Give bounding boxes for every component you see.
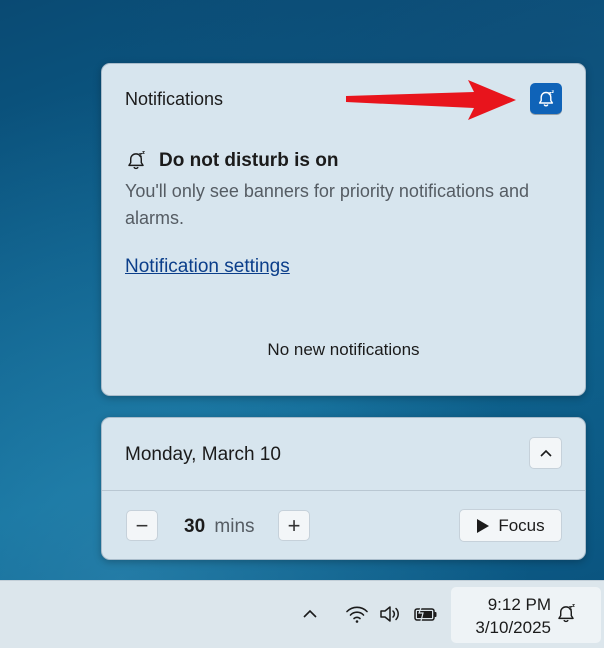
focus-increase-button[interactable]: + — [278, 510, 310, 541]
network-button[interactable] — [344, 601, 370, 627]
show-hidden-icons-button[interactable] — [297, 601, 323, 627]
focus-duration-value: 30 — [184, 516, 206, 537]
notification-settings-link[interactable]: Notification settings — [125, 256, 290, 278]
notifications-title: Notifications — [125, 89, 224, 109]
no-notifications-message: No new notifications — [267, 340, 420, 359]
svg-text:z: z — [142, 150, 145, 156]
do-not-disturb-icon: z z — [558, 603, 575, 623]
play-icon — [477, 518, 490, 533]
svg-text:z: z — [572, 603, 575, 609]
bell-snooze-icon: z z — [128, 150, 145, 170]
clock-notification-button[interactable]: 9:12 PM 3/10/2025 z z — [451, 587, 601, 643]
focus-decrease-button[interactable]: − — [126, 510, 158, 541]
volume-icon — [380, 606, 399, 622]
svg-text:z: z — [552, 89, 555, 94]
clock-date: 3/10/2025 — [475, 618, 551, 637]
divider — [102, 490, 585, 491]
wifi-icon — [346, 606, 368, 623]
dnd-description: You'll only see banners for priority not… — [125, 181, 530, 228]
taskbar: 9:12 PM 3/10/2025 z z — [0, 580, 604, 648]
chevron-up-icon — [303, 609, 317, 618]
focus-duration: 30 mins — [184, 516, 255, 538]
calendar-focus-panel: Monday, March 10 − 30 mins + Focus — [101, 417, 586, 560]
volume-button[interactable] — [378, 601, 404, 627]
bell-snooze-icon: z z — [538, 89, 555, 106]
calendar-collapse-button[interactable] — [529, 437, 562, 469]
dnd-status-row: z z Do not disturb is on — [125, 150, 338, 172]
chevron-up-icon — [539, 449, 552, 457]
start-focus-button[interactable]: Focus — [459, 509, 562, 542]
focus-duration-unit: mins — [214, 516, 255, 537]
red-arrow-annotation — [346, 80, 516, 120]
clock-time: 9:12 PM — [487, 595, 551, 614]
battery-button[interactable] — [413, 601, 439, 627]
calendar-date: Monday, March 10 — [125, 444, 281, 465]
battery-charging-icon — [414, 604, 437, 622]
focus-button-label: Focus — [498, 515, 545, 535]
do-not-disturb-toggle-button[interactable]: z z — [530, 83, 562, 114]
dnd-heading: Do not disturb is on — [159, 150, 339, 171]
